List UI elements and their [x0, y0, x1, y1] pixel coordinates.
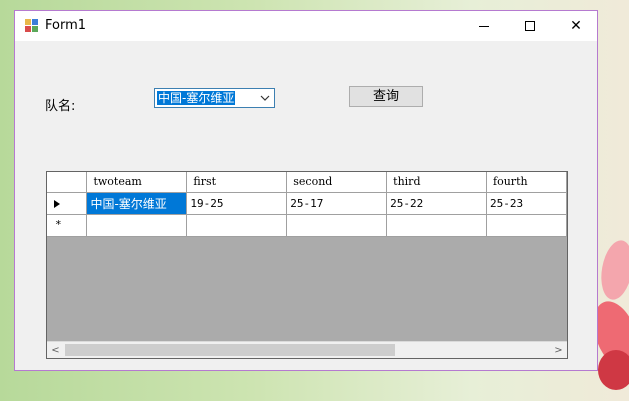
current-row-arrow-icon: [54, 199, 60, 208]
title-bar[interactable]: Form1 ✕: [15, 11, 597, 41]
row-header-current[interactable]: [47, 192, 88, 215]
scrollbar-thumb[interactable]: [65, 344, 395, 356]
column-header-first[interactable]: first: [186, 172, 288, 193]
column-header-second[interactable]: second: [286, 172, 388, 193]
data-grid[interactable]: twoteam first second third fourth 中国-塞尔维…: [46, 171, 568, 359]
team-name-label: 队名:: [45, 99, 76, 114]
app-icon: [25, 19, 39, 33]
grid-corner-cell[interactable]: [47, 172, 88, 193]
minimize-icon: [479, 25, 489, 27]
team-selected-value: 中国-塞尔维亚: [157, 91, 236, 105]
team-combobox[interactable]: 中国-塞尔维亚: [154, 88, 275, 108]
query-button[interactable]: 查询: [349, 86, 423, 107]
chevron-down-icon[interactable]: [258, 91, 272, 105]
new-row-cell[interactable]: [386, 214, 488, 237]
window-title: Form1: [45, 18, 87, 33]
grid-cell-first[interactable]: 19-25: [186, 192, 288, 215]
background-flower-petal: [598, 350, 629, 390]
close-icon: ✕: [570, 18, 582, 34]
maximize-icon: [525, 21, 535, 31]
scroll-right-button[interactable]: >: [550, 342, 567, 358]
data-grid-table: twoteam first second third fourth 中国-塞尔维…: [47, 172, 567, 237]
new-row-cell[interactable]: [186, 214, 288, 237]
new-row-cell[interactable]: [86, 214, 188, 237]
grid-cell-third[interactable]: 25-22: [386, 192, 488, 215]
scroll-left-button[interactable]: <: [47, 342, 64, 358]
column-header-third[interactable]: third: [386, 172, 488, 193]
new-row-cell[interactable]: [486, 214, 567, 237]
background-flower-petal: [597, 237, 629, 303]
row-header-new[interactable]: *: [47, 214, 88, 237]
grid-cell-second[interactable]: 25-17: [286, 192, 388, 215]
form-window: Form1 ✕ 队名: 中国-塞尔维亚 查询 twoteam first sec…: [14, 10, 598, 371]
table-row: 中国-塞尔维亚 19-25 25-17 25-22 25-23: [47, 192, 567, 215]
chevron-right-icon: >: [554, 344, 563, 356]
grid-cell-twoteam[interactable]: 中国-塞尔维亚: [86, 192, 188, 215]
horizontal-scrollbar[interactable]: < >: [47, 341, 567, 358]
grid-cell-fourth[interactable]: 25-23: [486, 192, 567, 215]
new-row-cell[interactable]: [286, 214, 388, 237]
minimize-button[interactable]: [461, 11, 507, 41]
chevron-left-icon: <: [51, 344, 60, 356]
close-button[interactable]: ✕: [553, 11, 599, 41]
new-row: *: [47, 214, 567, 237]
column-header-fourth[interactable]: fourth: [486, 172, 567, 193]
grid-header-row: twoteam first second third fourth: [47, 172, 567, 193]
column-header-twoteam[interactable]: twoteam: [86, 172, 188, 193]
new-row-marker: *: [55, 217, 62, 231]
maximize-button[interactable]: [507, 11, 553, 41]
